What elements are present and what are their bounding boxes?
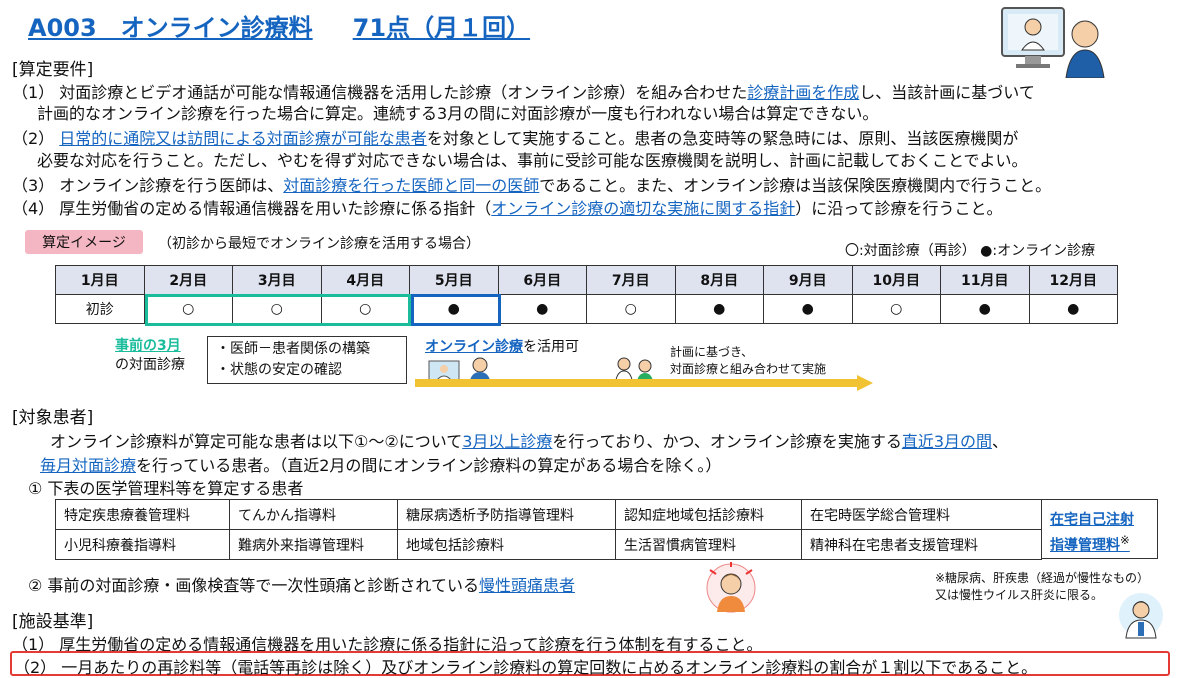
- condition-2: ・状態の安定の確認: [216, 362, 342, 378]
- note-line-1: ※糖尿病、肝疾患（経過が慢性なもの）: [935, 571, 1150, 585]
- zaitaku-line-1: 在宅自己注射: [1050, 512, 1134, 528]
- taisho-sub-2: ② 事前の対面診療・画像検査等で一次性頭痛と診断されている慢性頭痛患者: [28, 572, 575, 596]
- taisho-heading: [対象患者]: [12, 408, 94, 428]
- note-line-2: 又は慢性ウイルス肝炎に限る。: [935, 588, 1104, 602]
- month-cell: 1月目: [55, 265, 145, 295]
- table-cell: 生活習慣病管理料: [615, 529, 802, 560]
- page-title: A003 オンライン診療料 71点（月１回）: [28, 8, 530, 43]
- online-usable-text: を活用可: [523, 339, 579, 355]
- online-start-highlight: [411, 294, 501, 326]
- mark-cell: ●: [940, 294, 1030, 324]
- shishin-link[interactable]: オンライン診療の適切な実施に関する指針: [491, 199, 795, 218]
- santei-item-1-text-b: し、当該計画に基づいて: [859, 83, 1035, 102]
- prior-months-highlight: [145, 294, 411, 326]
- zaitaku-note-mark: ※: [1120, 533, 1130, 547]
- mark-cell: ○: [586, 294, 676, 324]
- santei-item-4: （4） 厚生労働省の定める情報通信機器を用いた診療に係る指針（オンライン診療の適…: [12, 195, 1003, 219]
- plan-text: 計画に基づき、 対面診療と組み合わせて実施: [670, 344, 826, 378]
- table-cell: 小児科療養指導料: [55, 529, 230, 560]
- santei-item-4-text-b: ）に沿って診療を行うこと。: [795, 199, 1003, 218]
- plan-line-1: 計画に基づき、: [670, 345, 754, 359]
- taisho-text-b: を行っており、かつ、オンライン診療を実施する: [552, 432, 902, 451]
- mark-cell: ●: [1028, 294, 1118, 324]
- table-cell: てんかん指導料: [229, 499, 398, 530]
- month-cell: 2月目: [143, 265, 233, 295]
- santei-item-3-text-b: であること。また、オンライン診療は当該保険医療機関内で行うこと。: [539, 176, 1052, 195]
- taisho-text-d: を行っている患者。（直近2月の間にオンライン診療料の算定がある場合を除く。）: [136, 456, 722, 475]
- schedule-legend: 〇:対面診療（再診） ●:オンライン診療: [845, 243, 1096, 259]
- table-cell: 精神科在宅患者支援管理料: [801, 529, 1042, 560]
- condition-1: ・医師－患者関係の構築: [216, 341, 370, 357]
- title-points: 71点（月１回）: [352, 14, 531, 42]
- taisho-sub-1: ① 下表の医学管理料等を算定する患者: [28, 479, 304, 498]
- prior-taimen-label: 事前の3月 の対面診療: [115, 337, 185, 375]
- title-text: A003 オンライン診療料: [28, 14, 313, 42]
- santei-item-2-text-b: を対象として実施すること。患者の急変時等の緊急時には、原則、当該医療機関が: [426, 129, 1019, 148]
- taisho-text-a: オンライン診療料が算定可能な患者は以下①～②について: [50, 432, 463, 451]
- prior-taimen-text: の対面診療: [115, 357, 185, 373]
- month-cell: 9月目: [763, 265, 853, 295]
- month-cell: 6月目: [497, 265, 587, 295]
- zaitaku-line-2: 指導管理料※: [1050, 530, 1149, 556]
- disease-note: ※糖尿病、肝疾患（経過が慢性なもの） 又は慢性ウイルス肝炎に限る。: [935, 570, 1149, 604]
- taisho-sub-2-text: ② 事前の対面診療・画像検査等で一次性頭痛と診断されている: [28, 576, 479, 595]
- online-usable-label: オンライン診療を活用可: [425, 336, 579, 356]
- santei-item-2-line-1: （2） 日常的に通院又は訪問による対面診療が可能な患者を対象として実施すること。…: [12, 125, 1018, 149]
- santei-item-3-text-a: （3） オンライン診療を行う医師は、: [12, 176, 284, 195]
- zaitaku-jiko-chusha-link[interactable]: 在宅自己注射 指導管理料※: [1041, 499, 1158, 559]
- month-cell: 8月目: [674, 265, 764, 295]
- conditions-box: ・医師－患者関係の構築 ・状態の安定の確認: [207, 336, 407, 384]
- table-cell: 難病外来指導管理料: [229, 529, 398, 560]
- shisetsu-item-2: （2） 一月あたりの再診料等（電話等再診は除く）及びオンライン診療料の算定回数に…: [14, 658, 1038, 677]
- table-row: 特定疾患療養管理料 てんかん指導料 糖尿病透析予防指導管理料 認知症地域包括診療…: [55, 499, 1042, 530]
- month-cell: 12月目: [1028, 265, 1118, 295]
- chronic-headache-link[interactable]: 慢性頭痛患者: [479, 576, 575, 595]
- month-cell: 4月目: [320, 265, 410, 295]
- mark-cell: ●: [674, 294, 764, 324]
- santei-item-3: （3） オンライン診療を行う医師は、対面診療を行った医師と同一の医師であること。…: [12, 172, 1051, 196]
- mark-cell: ○: [851, 294, 941, 324]
- management-fee-table: 特定疾患療養管理料 てんかん指導料 糖尿病透析予防指導管理料 認知症地域包括診療…: [55, 499, 1042, 560]
- table-row: 小児科療養指導料 難病外来指導管理料 地域包括診療料 生活習慣病管理料 精神科在…: [55, 529, 1042, 560]
- prior-3-months: 事前の3月: [115, 338, 181, 354]
- taisho-line-2: 毎月対面診療を行っている患者。（直近2月の間にオンライン診療料の算定がある場合を…: [40, 452, 721, 476]
- month-cell: 11月目: [940, 265, 1030, 295]
- taisho-line-1: オンライン診療料が算定可能な患者は以下①～②について3月以上診療を行っており、か…: [50, 428, 1008, 452]
- taisho-text-c: 、: [992, 432, 1009, 451]
- santei-item-1-line-2: 計画的なオンライン診療を行った場合に算定。連続する3月の間に対面診療が一度も行わ…: [37, 104, 879, 123]
- schedule-header-row: 1月目 2月目 3月目 4月目 5月目 6月目 7月目 8月目 9月目 10月目…: [55, 265, 1118, 295]
- santei-item-2-text-a: （2）: [12, 129, 60, 148]
- table-cell: 在宅時医学総合管理料: [801, 499, 1042, 530]
- doctor-monitor-illustration: [1001, 7, 1105, 78]
- zaitaku-line-2-text: 指導管理料: [1050, 537, 1120, 554]
- mark-cell: ●: [763, 294, 853, 324]
- three-months-link[interactable]: 3月以上診療: [462, 432, 552, 451]
- santei-heading: [算定要件]: [12, 60, 94, 80]
- table-cell: 特定疾患療養管理料: [55, 499, 230, 530]
- santei-item-4-text-a: （4） 厚生労働省の定める情報通信機器を用いた診療に係る指針（: [12, 199, 492, 218]
- table-cell: 糖尿病透析予防指導管理料: [397, 499, 616, 530]
- table-cell: 地域包括診療料: [397, 529, 616, 560]
- monthly-taimen-link[interactable]: 毎月対面診療: [40, 456, 136, 475]
- month-cell: 3月目: [232, 265, 322, 295]
- table-cell: 認知症地域包括診療料: [615, 499, 802, 530]
- headache-patient-icon: [706, 562, 756, 613]
- taimen-kanou-kanja-link[interactable]: 日常的に通院又は訪問による対面診療が可能な患者: [59, 129, 427, 148]
- santei-image-note: （初診から最短でオンライン診療を活用する場合）: [158, 236, 480, 252]
- mark-cell: ●: [497, 294, 587, 324]
- recent-three-months-link[interactable]: 直近3月の間: [902, 432, 992, 451]
- month-cell: 5月目: [409, 265, 499, 295]
- online-shinryo-link[interactable]: オンライン診療: [425, 339, 523, 355]
- month-cell: 7月目: [586, 265, 676, 295]
- plan-line-2: 対面診療と組み合わせて実施: [670, 362, 827, 376]
- shisetsu-heading: [施設基準]: [12, 612, 94, 632]
- doctor-icon: [1119, 593, 1163, 639]
- santei-item-2-line-2: 必要な対応を行うこと。ただし、やむを得ず対応できない場合は、事前に受診可能な医療…: [37, 151, 1028, 170]
- santei-image-tag: 算定イメージ: [25, 230, 143, 254]
- month-cell: 10月目: [851, 265, 941, 295]
- mark-cell: 初診: [55, 294, 145, 324]
- douitsu-ishi-link[interactable]: 対面診療を行った医師と同一の医師: [283, 176, 539, 195]
